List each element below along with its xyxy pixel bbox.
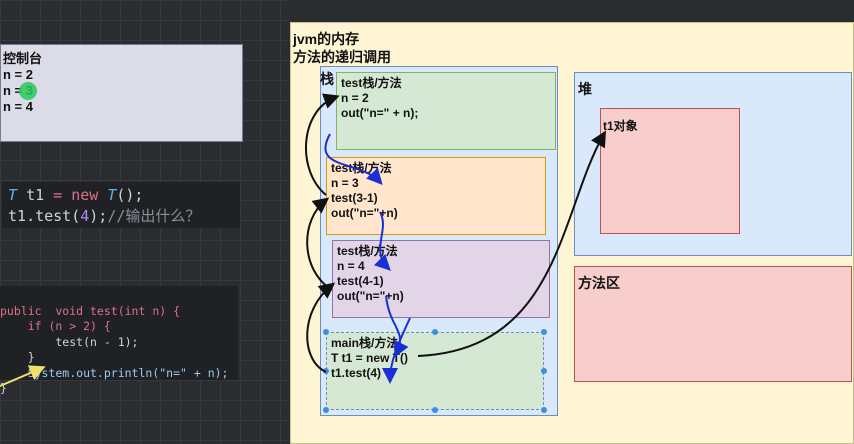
arrow bbox=[382, 317, 411, 384]
arrow bbox=[417, 130, 607, 357]
arrow bbox=[306, 282, 336, 373]
arrow bbox=[305, 93, 340, 196]
arrow bbox=[0, 365, 46, 387]
call-arrows bbox=[0, 93, 607, 387]
arrow bbox=[306, 197, 333, 291]
arrow bbox=[373, 211, 391, 271]
arrow bbox=[324, 133, 383, 185]
